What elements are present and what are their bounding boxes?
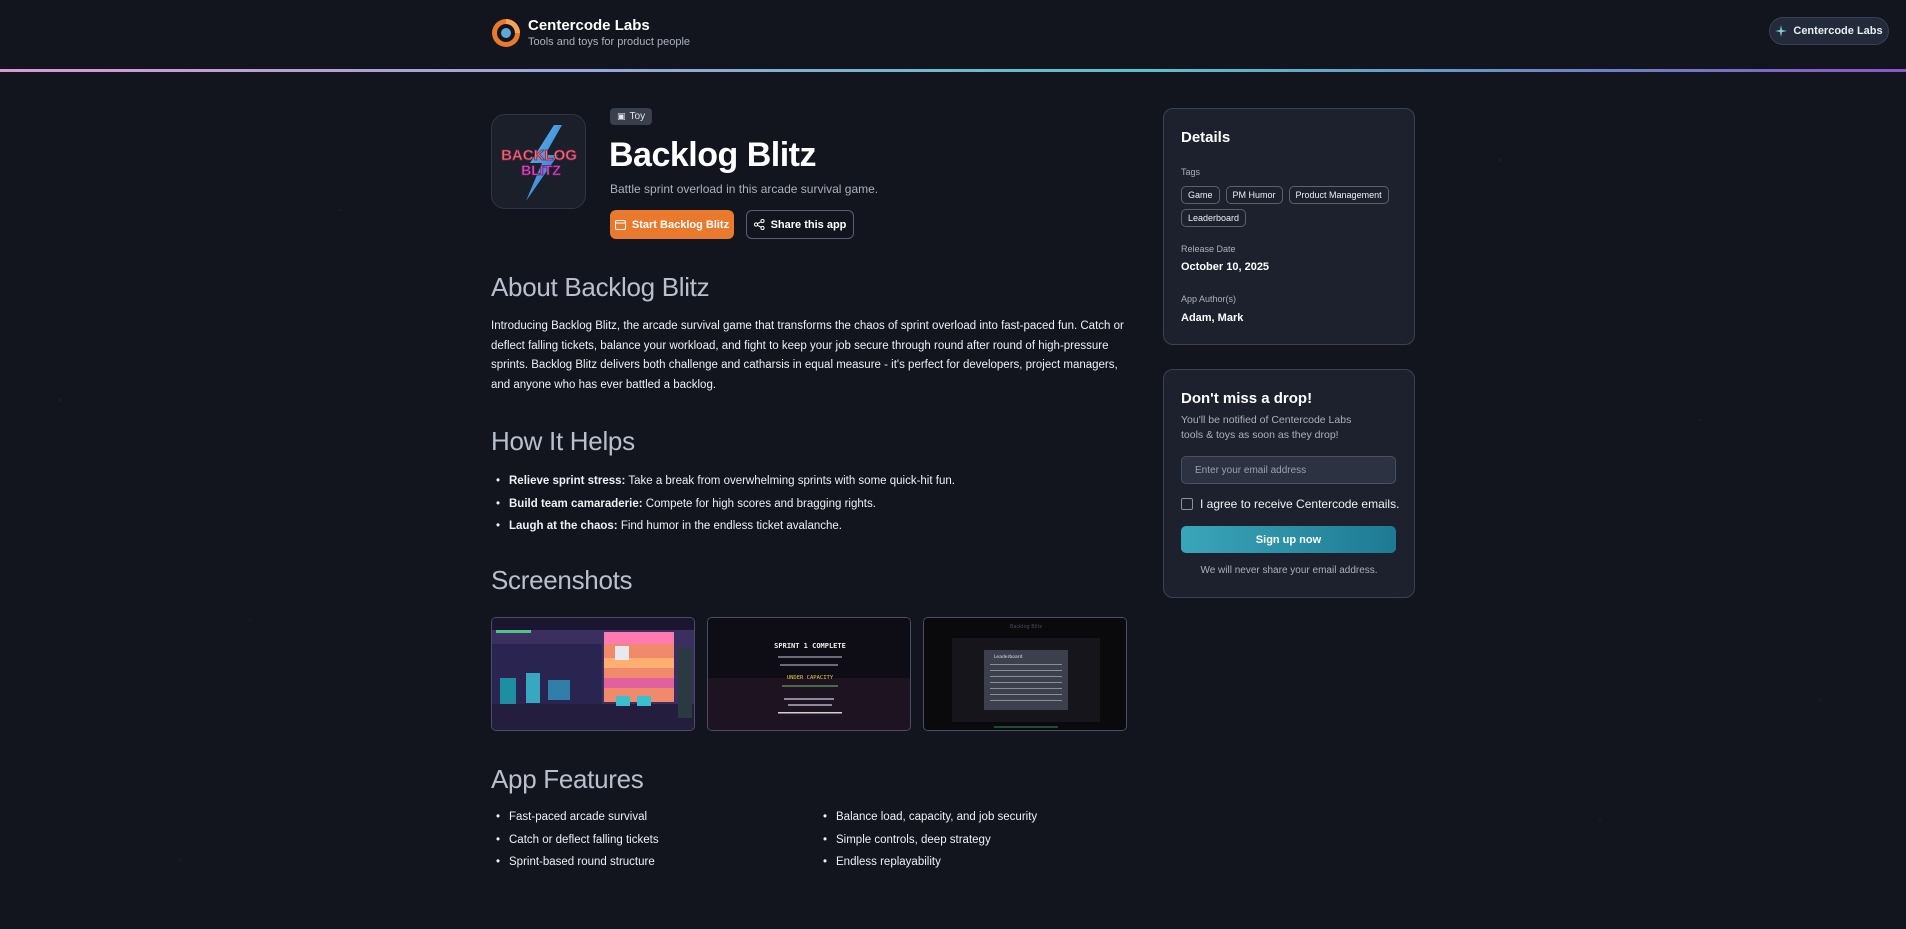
- starfield-background: [0, 0, 1906, 929]
- leaderboard-screenshot-image: Backlog Blitz Leaderboard: [924, 618, 1126, 730]
- tags-list: Game PM Humor Product Management Leaderb…: [1181, 186, 1401, 227]
- signup-description: You'll be notified of Centercode Labs to…: [1181, 414, 1352, 441]
- sprint-complete-screenshot-image: SPRINT 1 COMPLETE UNDER CAPACITY: [708, 618, 910, 730]
- leaderboard-panel-title: Leaderboard: [994, 654, 1023, 660]
- helps-list: Relieve sprint stress: Take a break from…: [491, 470, 1131, 538]
- leaderboard-game-title: Backlog Blitz: [1010, 624, 1043, 630]
- app-authors-value: Adam, Mark: [1181, 312, 1244, 324]
- list-item: Relieve sprint stress: Take a break from…: [491, 470, 1131, 493]
- list-item: Balance load, capacity, and job security: [818, 806, 1138, 829]
- start-app-button[interactable]: Start Backlog Blitz: [610, 210, 734, 239]
- screenshot-gallery: SPRINT 1 COMPLETE UNDER CAPACITY Backlog…: [491, 617, 1127, 731]
- app-subtitle: Battle sprint overload in this arcade su…: [610, 182, 879, 196]
- list-item: Catch or deflect falling tickets: [491, 829, 811, 852]
- list-item: Build team camaraderie: Compete for high…: [491, 493, 1131, 516]
- calendar-icon: [614, 220, 626, 230]
- screenshot-thumbnail-3[interactable]: Backlog Blitz Leaderboard: [923, 617, 1127, 731]
- agree-label: I agree to receive Centercode emails.: [1200, 497, 1400, 511]
- tags-label: Tags: [1181, 167, 1201, 177]
- signup-card: Don't miss a drop! You'll be notified of…: [1163, 369, 1415, 598]
- brand-tagline: Tools and toys for product people: [528, 36, 691, 48]
- features-list-left: Fast-paced arcade survival Catch or defl…: [491, 806, 811, 874]
- list-item: Endless replayability: [818, 851, 1138, 874]
- toy-icon: ▣: [617, 111, 626, 121]
- app-title: Backlog Blitz: [609, 136, 816, 174]
- email-input[interactable]: [1181, 456, 1396, 484]
- gameplay-screenshot-image: [492, 618, 694, 730]
- share-app-button[interactable]: Share this app: [746, 210, 854, 239]
- app-icon-logo-word-2: BLITZ: [521, 162, 561, 178]
- app-icon: BACKLOG BLITZ: [491, 114, 586, 209]
- backlog-blitz-logo-icon: BACKLOG BLITZ: [501, 125, 577, 201]
- features-list-right: Balance load, capacity, and job security…: [818, 806, 1138, 874]
- sparkle-icon: [1775, 25, 1788, 37]
- release-date-label: Release Date: [1181, 244, 1236, 254]
- signup-title: Don't miss a drop!: [1181, 390, 1313, 407]
- screenshot-thumbnail-2[interactable]: SPRINT 1 COMPLETE UNDER CAPACITY: [707, 617, 911, 731]
- share-app-button-label: Share this app: [770, 218, 847, 231]
- sign-up-button[interactable]: Sign up now: [1181, 526, 1396, 553]
- brand-name: Centercode Labs: [528, 17, 650, 34]
- tag-leaderboard[interactable]: Leaderboard: [1181, 209, 1247, 227]
- about-text: Introducing Backlog Blitz, the arcade su…: [491, 320, 1124, 391]
- list-item: Laugh at the chaos: Find humor in the en…: [491, 515, 1131, 538]
- list-item: Simple controls, deep strategy: [818, 829, 1138, 852]
- tag-pm-humor[interactable]: PM Humor: [1225, 186, 1283, 204]
- helps-heading: How It Helps: [491, 426, 635, 456]
- brand-link[interactable]: Centercode Labs Tools and toys for produ…: [490, 17, 690, 49]
- privacy-note: We will never share your email address.: [1200, 565, 1378, 576]
- agree-checkbox-row[interactable]: I agree to receive Centercode emails.: [1181, 497, 1399, 511]
- start-app-button-label: Start Backlog Blitz: [631, 218, 730, 231]
- details-card: Details Tags Game PM Humor Product Manag…: [1163, 108, 1415, 345]
- category-badge-label: Toy: [629, 111, 646, 122]
- release-date-value: October 10, 2025: [1181, 261, 1270, 273]
- about-heading: About Backlog Blitz: [491, 272, 710, 302]
- category-badge: ▣ Toy: [610, 108, 653, 125]
- features-heading: App Features: [491, 764, 644, 794]
- tag-product-management[interactable]: Product Management: [1288, 186, 1389, 204]
- screenshots-heading: Screenshots: [491, 565, 633, 595]
- agree-checkbox[interactable]: [1181, 498, 1193, 510]
- list-item: Sprint-based round structure: [491, 851, 811, 874]
- app-authors-label: App Author(s): [1181, 294, 1237, 304]
- details-title: Details: [1181, 129, 1231, 146]
- screenshot-thumbnail-1[interactable]: [491, 617, 695, 731]
- list-item: Fast-paced arcade survival: [491, 806, 811, 829]
- centercode-logo-icon: [492, 19, 520, 47]
- sprint-status-label: UNDER CAPACITY: [787, 675, 834, 681]
- site-header: Centercode Labs Tools and toys for produ…: [0, 0, 1906, 70]
- header-pill-label: Centercode Labs: [1793, 25, 1883, 37]
- tag-game[interactable]: Game: [1181, 186, 1220, 204]
- sprint-complete-title: SPRINT 1 COMPLETE: [774, 642, 846, 650]
- centercode-labs-button[interactable]: Centercode Labs: [1769, 17, 1889, 45]
- share-icon: [753, 219, 765, 230]
- header-gradient-divider: [0, 69, 1906, 72]
